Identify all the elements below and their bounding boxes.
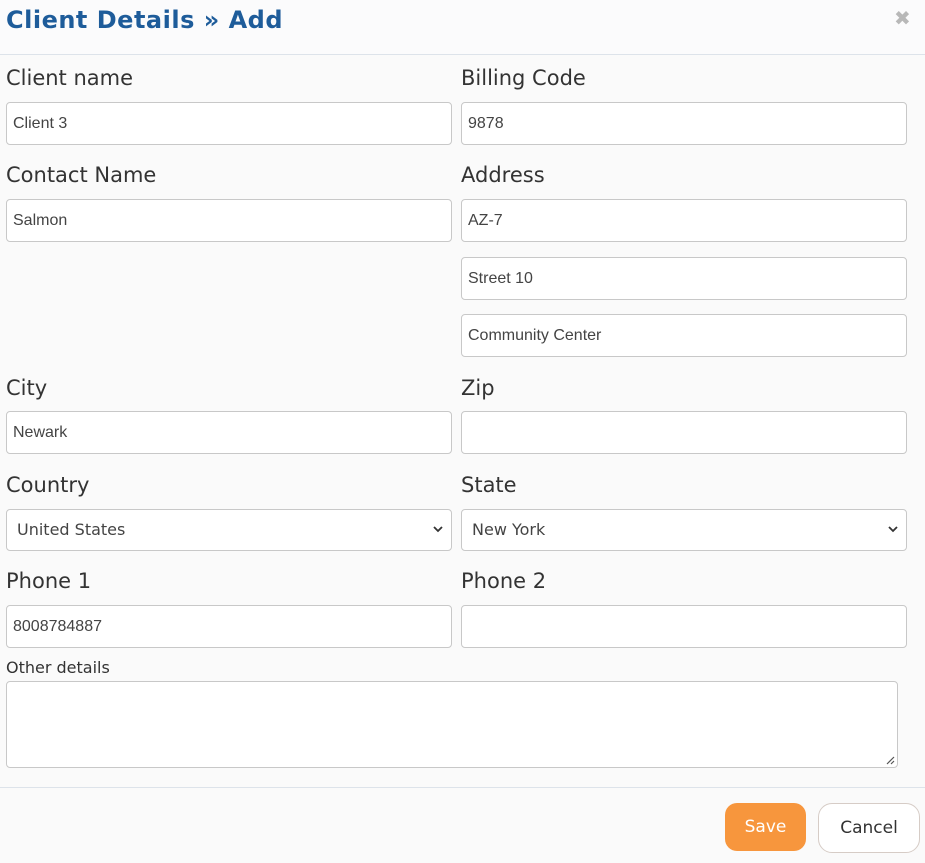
dialog-title: Client Details » Add xyxy=(6,6,284,34)
zip-input[interactable] xyxy=(461,411,907,454)
phone1-label: Phone 1 xyxy=(6,569,92,593)
save-button[interactable]: Save xyxy=(725,803,806,851)
state-label: State xyxy=(461,473,517,497)
phone2-input[interactable] xyxy=(461,605,907,648)
other-details-textarea[interactable] xyxy=(6,681,898,768)
address-line1-input[interactable]: AZ-7 xyxy=(461,199,907,242)
chevron-down-icon xyxy=(888,526,898,533)
chevron-down-icon xyxy=(433,526,443,533)
state-selected-value: New York xyxy=(472,520,546,539)
billing-code-input[interactable]: 9878 xyxy=(461,102,907,145)
zip-label: Zip xyxy=(461,376,495,400)
client-name-input[interactable]: Client 3 xyxy=(6,102,452,145)
country-label: Country xyxy=(6,473,90,497)
billing-code-label: Billing Code xyxy=(461,66,586,90)
country-selected-value: United States xyxy=(17,520,126,539)
state-select[interactable]: New York xyxy=(461,509,907,551)
city-label: City xyxy=(6,376,48,400)
country-select[interactable]: United States xyxy=(6,509,452,551)
cancel-button[interactable]: Cancel xyxy=(818,803,920,853)
address-label: Address xyxy=(461,163,545,187)
dialog-header: Client Details » Add ✖ xyxy=(0,0,925,55)
contact-name-input[interactable]: Salmon xyxy=(6,199,452,242)
client-name-label: Client name xyxy=(6,66,134,90)
phone2-label: Phone 2 xyxy=(461,569,547,593)
address-line3-input[interactable]: Community Center xyxy=(461,314,907,357)
resize-grip-icon[interactable] xyxy=(885,755,895,765)
close-icon[interactable]: ✖ xyxy=(894,6,911,30)
phone1-input[interactable]: 8008784887 xyxy=(6,605,452,648)
address-line2-input[interactable]: Street 10 xyxy=(461,257,907,300)
city-input[interactable]: Newark xyxy=(6,411,452,454)
contact-name-label: Contact Name xyxy=(6,163,157,187)
other-details-label: Other details xyxy=(6,658,110,677)
